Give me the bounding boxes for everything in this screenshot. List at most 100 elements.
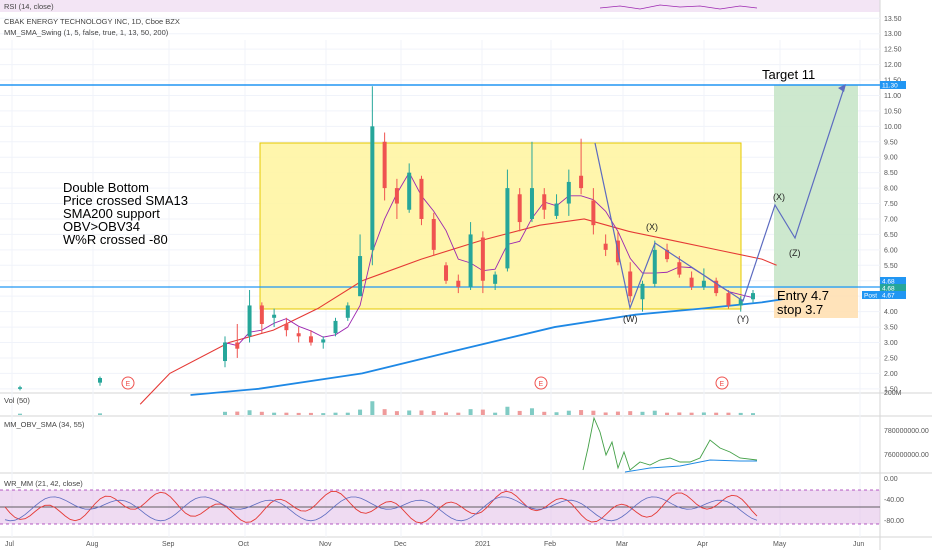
- wave-label-y: (Y): [737, 314, 749, 324]
- candle-body: [591, 200, 596, 226]
- candle-body: [419, 178, 424, 219]
- volume-bar: [468, 409, 473, 415]
- consolidation-zone: [259, 142, 742, 310]
- target-label: Target 11: [762, 67, 815, 82]
- volume-bar: [603, 412, 608, 415]
- volume-bar: [579, 410, 584, 415]
- volume-bar: [689, 412, 694, 415]
- time-tick: Jun: [853, 541, 864, 548]
- volume-bar: [665, 412, 670, 415]
- candle-body: [640, 283, 645, 300]
- obv-legend[interactable]: MM_OBV_SMA (34, 55): [4, 420, 85, 429]
- volume-bar: [18, 413, 22, 415]
- candle-body: [18, 387, 22, 389]
- volume-bar: [701, 412, 706, 415]
- candle-body: [701, 280, 706, 287]
- volume-bar: [566, 410, 571, 415]
- volume-bar: [394, 411, 399, 415]
- candle-body: [333, 320, 338, 334]
- volume-bar: [554, 412, 559, 415]
- candle-body: [247, 305, 252, 337]
- volume-bar: [726, 412, 731, 415]
- volume-bar: [321, 413, 326, 415]
- price-tick: 10.50: [884, 108, 902, 115]
- candle-body: [431, 218, 436, 250]
- time-tick: Apr: [697, 541, 709, 548]
- candle-body: [444, 265, 449, 281]
- volume-bar: [444, 412, 449, 415]
- wave-label-w: (W): [623, 314, 638, 324]
- price-tick: 8.50: [884, 170, 898, 177]
- candle-body: [505, 188, 510, 269]
- candle-body: [345, 305, 350, 318]
- candle-body: [235, 342, 240, 349]
- wave-label-z: (Z): [789, 248, 801, 258]
- candle-body: [542, 194, 547, 210]
- candle-body: [321, 339, 326, 343]
- volume-bar: [358, 409, 363, 415]
- candle-body: [394, 188, 399, 204]
- swing-legend[interactable]: MM_SMA_Swing (1, 5, false, true, 1, 13, …: [4, 28, 169, 37]
- chart-svg: Double Bottom Price crossed SMA13 SMA200…: [0, 0, 932, 550]
- target-zone: [774, 85, 858, 288]
- candle-body: [272, 314, 277, 318]
- candle-body: [358, 256, 363, 297]
- candle-body: [370, 126, 375, 250]
- candle-body: [677, 262, 682, 275]
- volume-bar: [751, 413, 755, 415]
- chart-title: CBAK ENERGY TECHNOLOGY INC, 1D, Cboe BZX: [4, 17, 180, 26]
- candle-body: [652, 249, 657, 284]
- price-tick: 13.00: [884, 31, 902, 38]
- wave-label-x2: (X): [773, 192, 785, 202]
- price-tick: 10.00: [884, 124, 902, 131]
- wave-label-x1: (X): [646, 222, 658, 232]
- volume-bar: [296, 412, 301, 415]
- volume-bar: [333, 412, 338, 415]
- wr-tick: -80.00: [884, 518, 904, 525]
- price-tick: 7.00: [884, 216, 898, 223]
- candle-body: [689, 277, 694, 287]
- volume-bar: [652, 410, 657, 415]
- obv-tick: 760000000.00: [884, 452, 929, 459]
- wr-tick: -40.00: [884, 497, 904, 504]
- candle-body: [98, 378, 102, 383]
- earnings-marker-label: E: [720, 381, 725, 388]
- time-tick: Feb: [544, 541, 556, 548]
- candle-body: [259, 305, 264, 324]
- price-tick: 12.50: [884, 47, 902, 54]
- volume-bar: [247, 410, 252, 415]
- volume-bar: [431, 410, 436, 415]
- volume-bar: [407, 410, 412, 415]
- volume-bar: [640, 411, 645, 415]
- vol-legend[interactable]: Vol (50): [4, 396, 30, 405]
- price-tick: 4.00: [884, 309, 898, 316]
- time-tick: Oct: [238, 541, 249, 548]
- volume-bar: [98, 413, 102, 415]
- candle-body: [284, 323, 289, 331]
- volume-bar: [345, 412, 350, 415]
- chart-root: Double Bottom Price crossed SMA13 SMA200…: [0, 0, 932, 550]
- price-badge-label: 11.30: [882, 83, 898, 90]
- time-tick: Jul: [5, 541, 14, 548]
- obv-tick: 780000000.00: [884, 428, 929, 435]
- volume-bar: [493, 412, 498, 415]
- earnings-marker-label: E: [126, 381, 131, 388]
- candle-body: [751, 293, 755, 300]
- candle-body: [726, 293, 731, 306]
- time-tick: Dec: [394, 541, 407, 548]
- rsi-legend[interactable]: RSI (14, close): [4, 2, 54, 11]
- earnings-marker-label: E: [539, 381, 544, 388]
- candle-body: [628, 271, 633, 297]
- volume-bar: [677, 412, 682, 415]
- wr-legend[interactable]: WR_MM (21, 42, close): [4, 479, 83, 488]
- price-tick: 2.00: [884, 371, 898, 378]
- volume-bar: [615, 411, 620, 415]
- price-tick: 6.00: [884, 247, 898, 254]
- entry-label: Entry 4.7: [777, 288, 829, 303]
- price-badge-label: Post: [864, 293, 877, 300]
- volume-bar: [505, 406, 510, 415]
- candle-body: [493, 274, 498, 284]
- volume-bar: [628, 411, 633, 415]
- volume-bar: [591, 410, 596, 415]
- candle-body: [382, 141, 387, 189]
